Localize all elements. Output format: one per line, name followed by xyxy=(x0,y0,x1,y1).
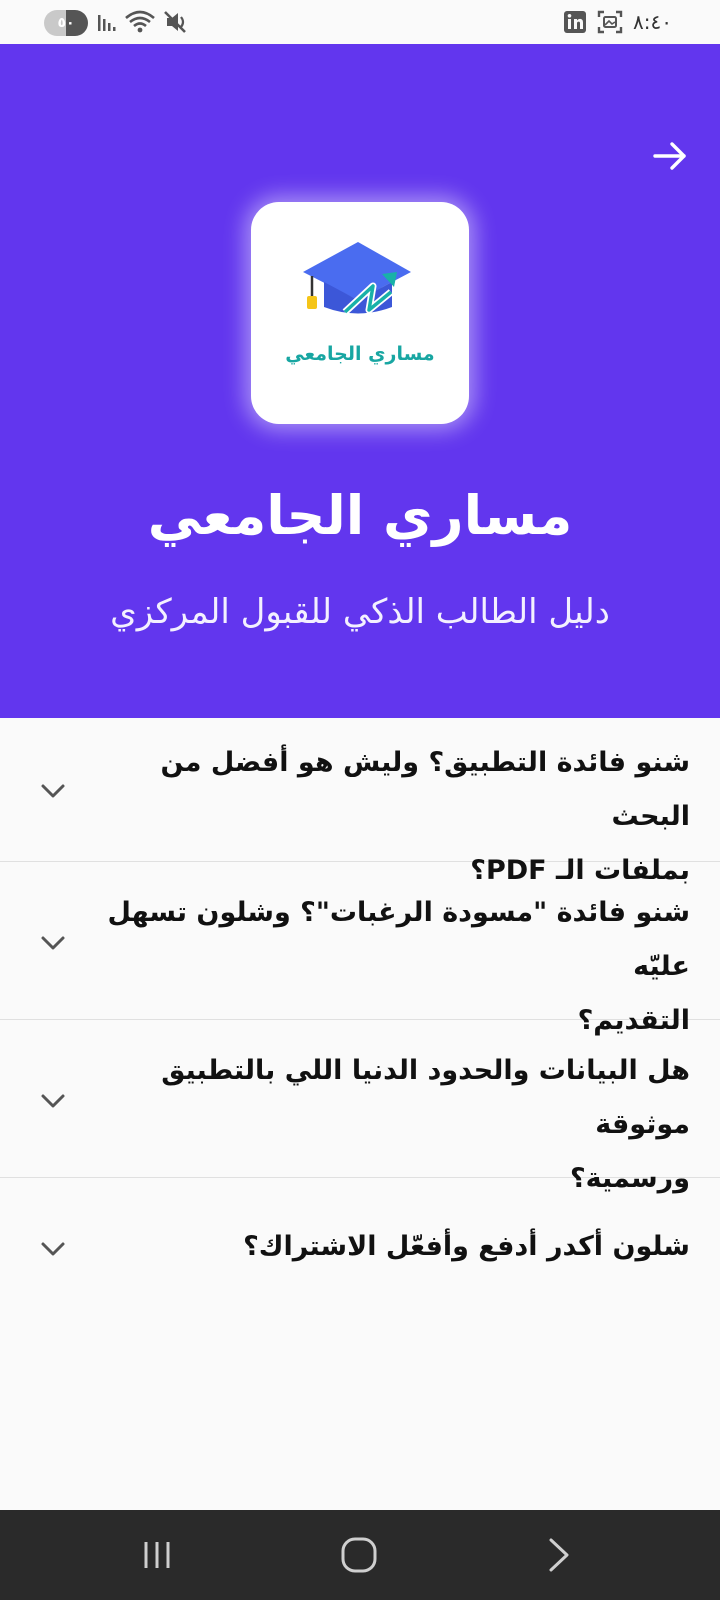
back-icon[interactable] xyxy=(534,1530,584,1580)
header-hero: مساري الجامعي مساري الجامعي دليل الطالب … xyxy=(0,44,720,718)
app-subtitle: دليل الطالب الذكي للقبول المركزي xyxy=(110,592,610,632)
status-bar: ٥٠ ٨:٤٠ xyxy=(0,0,720,44)
battery-level: ٥٠ xyxy=(57,15,75,31)
status-time: ٨:٤٠ xyxy=(633,10,672,34)
app-logo-label: مساري الجامعي xyxy=(285,343,435,365)
chevron-down-icon[interactable] xyxy=(40,782,66,800)
faq-question-line: شنو فائدة التطبيق؟ وليش هو أفضل من البحث xyxy=(160,747,690,832)
faq-question-line: شلون أكدر أدفع وأفعّل الاشتراك؟ xyxy=(243,1231,690,1262)
linkedin-icon xyxy=(564,11,587,33)
faq-item[interactable]: شنو فائدة التطبيق؟ وليش هو أفضل من البحث… xyxy=(0,718,720,886)
recent-apps-icon[interactable] xyxy=(132,1530,182,1580)
chevron-down-icon[interactable] xyxy=(40,934,66,952)
arrow-right-icon[interactable] xyxy=(648,134,692,178)
battery-indicator: ٥٠ xyxy=(44,10,88,36)
mute-icon xyxy=(164,11,186,33)
system-nav-bar xyxy=(0,1510,720,1600)
faq-question-line: هل البيانات والحدود الدنيا اللي بالتطبيق… xyxy=(161,1055,690,1140)
faq-question: شلون أكدر أدفع وأفعّل الاشتراك؟ xyxy=(100,1220,690,1274)
faq-question-line: شنو فائدة "مسودة الرغبات"؟ وشلون تسهل عل… xyxy=(107,897,691,982)
app-logo: مساري الجامعي xyxy=(251,202,469,424)
chevron-down-icon[interactable] xyxy=(40,1092,66,1110)
faq-item[interactable]: شنو فائدة "مسودة الرغبات"؟ وشلون تسهل عل… xyxy=(0,862,720,1036)
signal-icon xyxy=(98,15,116,31)
chevron-down-icon[interactable] xyxy=(40,1240,66,1258)
faq-item[interactable]: هل البيانات والحدود الدنيا اللي بالتطبيق… xyxy=(0,1020,720,1194)
home-icon[interactable] xyxy=(334,1530,384,1580)
graduation-cap-icon xyxy=(303,242,411,315)
wifi-icon xyxy=(125,10,155,33)
faq-list: شنو فائدة التطبيق؟ وليش هو أفضل من البحث… xyxy=(0,718,720,1318)
screenshot-icon xyxy=(597,10,623,34)
faq-item[interactable]: شلون أكدر أدفع وأفعّل الاشتراك؟ xyxy=(0,1178,720,1318)
app-title: مساري الجامعي xyxy=(147,484,573,547)
